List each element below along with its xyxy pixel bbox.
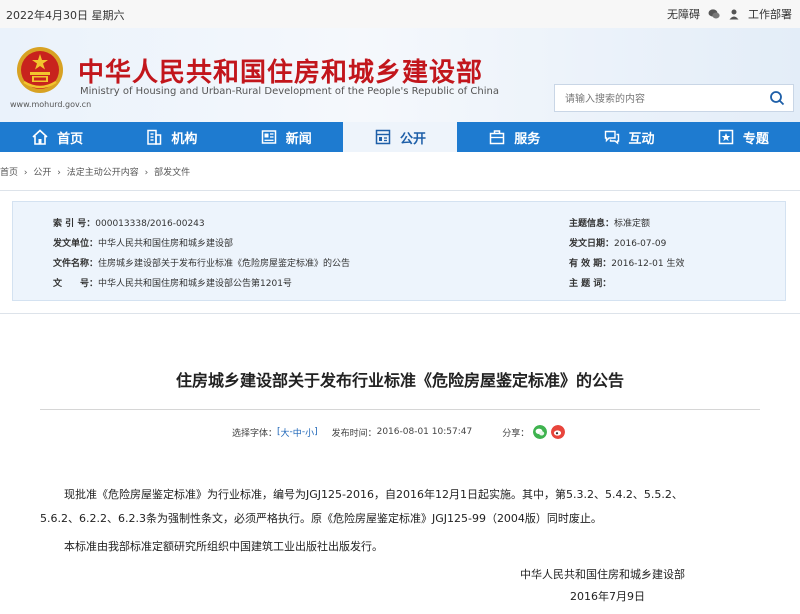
nav-home[interactable]: 首页 xyxy=(0,122,114,152)
open-doc-icon xyxy=(375,129,391,145)
publish-time-value: 2016-08-01 10:57:47 xyxy=(376,427,473,437)
work-portal-link[interactable]: 工作部署 xyxy=(748,6,792,22)
chat-icon xyxy=(604,130,619,145)
info-issuer: 发文单位：中华人民共和国住房和城乡建设部 xyxy=(53,239,234,249)
site-title[interactable]: 中华人民共和国住房和城乡建设部 xyxy=(78,52,483,89)
info-docno: 文 号：中华人民共和国住房和城乡建设部公告第1201号 xyxy=(53,279,292,289)
nav-label: 首页 xyxy=(57,131,84,147)
weibo-share-icon[interactable] xyxy=(551,425,566,439)
info-subject: 主 题 词： xyxy=(569,279,612,289)
nav-organization[interactable]: 机构 xyxy=(114,122,228,152)
national-emblem-icon xyxy=(17,47,63,93)
font-small-button[interactable]: 小 xyxy=(305,426,314,439)
info-validity: 有 效 期：2016-12-01 生效 xyxy=(569,259,685,269)
breadcrumb-separator: › xyxy=(23,168,28,178)
nav-label: 公开 xyxy=(399,131,426,147)
title-divider xyxy=(40,409,760,410)
font-bracket-close: ] xyxy=(314,427,318,437)
nav-public[interactable]: 公开 xyxy=(342,122,458,152)
accessibility-link[interactable]: 无障碍 xyxy=(667,6,700,22)
site-url: www.mohurd.gov.cn xyxy=(10,100,92,109)
breadcrumb-separator: › xyxy=(57,168,61,178)
share-label: 分享： xyxy=(502,428,530,439)
topic-icon xyxy=(718,129,734,145)
info-topic: 主题信息：标准定额 xyxy=(569,219,651,229)
nav-label: 互动 xyxy=(628,131,655,147)
nav-news[interactable]: 新闻 xyxy=(229,122,343,152)
wechat-share-icon[interactable] xyxy=(533,425,548,439)
nav-interaction[interactable]: 互动 xyxy=(571,122,685,152)
breadcrumb-separator: › xyxy=(144,168,149,178)
news-icon xyxy=(261,130,276,144)
site-subtitle-english: Ministry of Housing and Urban-Rural Deve… xyxy=(80,86,499,97)
breadcrumb: 首页 › 公开 › 法定主动公开内容 › 部发文件 xyxy=(0,165,193,178)
breadcrumb-public[interactable]: 公开 xyxy=(33,168,51,178)
breadcrumb-disclosure[interactable]: 法定主动公开内容 xyxy=(67,168,139,178)
nav-topics[interactable]: 专题 xyxy=(686,122,800,152)
document-info-inner: 索 引 号：000013338/2016-00243 发文单位：中华人民共和国住… xyxy=(12,201,786,301)
font-size-label: 选择字体： xyxy=(232,428,278,439)
main-nav: 首页 机构 新闻 公开 服务 互动 专题 xyxy=(0,122,800,152)
search-icon[interactable] xyxy=(769,90,785,106)
home-icon xyxy=(32,129,48,145)
nav-label: 服务 xyxy=(514,131,541,147)
publish-time-label: 发布时间： xyxy=(331,428,377,439)
current-date: 2022年4月30日 星期六 xyxy=(6,9,125,22)
user-icon[interactable] xyxy=(728,8,740,20)
article-paragraph-2: 本标准由我部标准定额研究所组织中国建筑工业出版社出版发行。 xyxy=(64,540,383,553)
site-header: www.mohurd.gov.cn 中华人民共和国住房和城乡建设部 Minist… xyxy=(0,28,800,122)
nav-service[interactable]: 服务 xyxy=(457,122,571,152)
nav-label: 专题 xyxy=(742,131,769,147)
signature-organization: 中华人民共和国住房和城乡建设部 xyxy=(520,568,685,581)
building-icon xyxy=(147,129,162,145)
nav-label: 新闻 xyxy=(285,131,312,147)
info-docname: 文件名称：住房城乡建设部关于发布行业标准《危险房屋鉴定标准》的公告 xyxy=(53,259,351,269)
article-paragraph-1-line-1: 现批准《危险房屋鉴定标准》为行业标准，编号为JGJ125-2016，自2016年… xyxy=(64,488,683,501)
info-index: 索 引 号：000013338/2016-00243 xyxy=(53,219,205,229)
breadcrumb-documents[interactable]: 部发文件 xyxy=(154,168,190,178)
article-paragraph-1-line-2: 5.6.2、6.2.2、6.2.3条为强制性条文，必须严格执行。原《危险房屋鉴定… xyxy=(40,512,602,525)
top-bar: 2022年4月30日 星期六 无障碍 工作部署 xyxy=(0,0,800,29)
info-date: 发文日期：2016-07-09 xyxy=(569,239,667,249)
top-links: 无障碍 工作部署 xyxy=(667,6,792,22)
font-large-button[interactable]: 大 xyxy=(281,426,290,439)
article-meta: 选择字体： [ 大 - 中 - 小 ] 发布时间： 2016-08-01 10:… xyxy=(232,425,566,439)
search-input[interactable] xyxy=(563,86,767,112)
breadcrumb-home[interactable]: 首页 xyxy=(0,168,18,178)
font-medium-button[interactable]: 中 xyxy=(293,426,302,439)
wechat-icon[interactable] xyxy=(708,8,720,20)
search-box xyxy=(554,84,794,112)
nav-label: 机构 xyxy=(171,131,198,147)
service-icon xyxy=(490,130,505,145)
article-title: 住房城乡建设部关于发布行业标准《危险房屋鉴定标准》的公告 xyxy=(175,371,624,390)
signature-date: 2016年7月9日 xyxy=(570,590,645,603)
document-info-panel: 索 引 号：000013338/2016-00243 发文单位：中华人民共和国住… xyxy=(0,190,800,314)
